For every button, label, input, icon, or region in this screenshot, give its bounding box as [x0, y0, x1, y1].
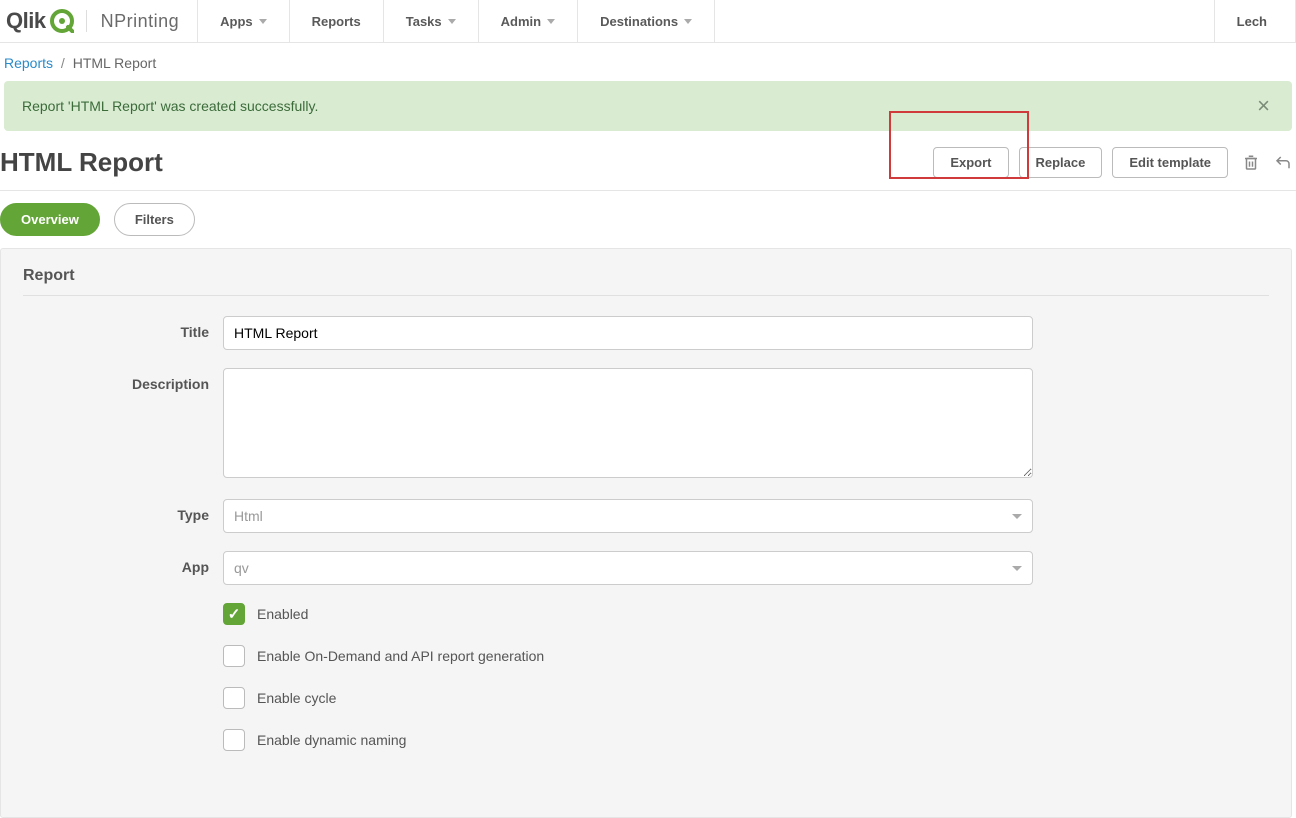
enabled-checkbox[interactable] [223, 603, 245, 625]
delete-icon[interactable] [1242, 154, 1260, 172]
top-nav: Qlik NPrinting Apps Reports Tasks Admin … [0, 0, 1296, 43]
chevron-down-icon [1012, 566, 1022, 571]
ondemand-label: Enable On-Demand and API report generati… [257, 648, 544, 664]
export-button[interactable]: Export [933, 147, 1008, 178]
edit-template-button[interactable]: Edit template [1112, 147, 1228, 178]
app-select-value: qv [234, 560, 249, 576]
type-select-value: Html [234, 508, 263, 524]
brand-nprinting-text: NPrinting [101, 11, 180, 32]
check-enabled-row: Enabled [223, 603, 1033, 625]
report-panel: Report Title Description Type Html App q… [0, 248, 1292, 818]
dynamic-label: Enable dynamic naming [257, 732, 406, 748]
tab-filters[interactable]: Filters [114, 203, 195, 236]
qlik-logo-icon [50, 9, 74, 33]
panel-heading: Report [23, 267, 1269, 285]
chevron-down-icon [448, 19, 456, 24]
close-icon[interactable]: × [1253, 95, 1274, 117]
alert-message: Report 'HTML Report' was created success… [22, 98, 318, 114]
cycle-checkbox[interactable] [223, 687, 245, 709]
label-type: Type [23, 499, 223, 523]
check-ondemand-row: Enable On-Demand and API report generati… [223, 645, 1033, 667]
breadcrumb-parent-link[interactable]: Reports [4, 55, 53, 71]
back-icon[interactable] [1274, 154, 1292, 172]
chevron-down-icon [1012, 514, 1022, 519]
label-app: App [23, 551, 223, 575]
nav-reports[interactable]: Reports [290, 0, 384, 42]
row-type: Type Html [23, 499, 1269, 533]
page-header: HTML Report Export Replace Edit template [0, 141, 1296, 191]
chevron-down-icon [547, 19, 555, 24]
ondemand-checkbox[interactable] [223, 645, 245, 667]
check-cycle-row: Enable cycle [223, 687, 1033, 709]
nav-admin-label: Admin [501, 14, 541, 29]
chevron-down-icon [684, 19, 692, 24]
cycle-label: Enable cycle [257, 690, 336, 706]
row-title: Title [23, 316, 1269, 350]
label-title: Title [23, 316, 223, 340]
chevron-down-icon [259, 19, 267, 24]
divider [23, 295, 1269, 296]
breadcrumb-current: HTML Report [73, 55, 157, 71]
description-textarea[interactable] [223, 368, 1033, 478]
breadcrumb: Reports / HTML Report [0, 43, 1296, 81]
brand-area: Qlik NPrinting [0, 0, 198, 42]
title-input[interactable] [223, 316, 1033, 350]
nav-apps-label: Apps [220, 14, 253, 29]
nav-reports-label: Reports [312, 14, 361, 29]
user-name: Lech [1237, 14, 1267, 29]
brand-separator [86, 10, 87, 32]
nav-destinations[interactable]: Destinations [578, 0, 715, 42]
row-description: Description [23, 368, 1269, 481]
tab-overview[interactable]: Overview [0, 203, 100, 236]
row-checkboxes: Enabled Enable On-Demand and API report … [23, 603, 1269, 771]
user-menu[interactable]: Lech [1214, 0, 1296, 42]
nav-admin[interactable]: Admin [479, 0, 578, 42]
page-title: HTML Report [0, 147, 923, 178]
tabs: Overview Filters [0, 191, 1296, 248]
breadcrumb-separator: / [61, 55, 65, 71]
brand-qlik-text: Qlik [6, 8, 46, 34]
replace-button[interactable]: Replace [1019, 147, 1103, 178]
nav-apps[interactable]: Apps [198, 0, 290, 42]
enabled-label: Enabled [257, 606, 308, 622]
success-alert: Report 'HTML Report' was created success… [4, 81, 1292, 131]
header-actions: Export Replace Edit template [923, 147, 1292, 178]
label-description: Description [23, 368, 223, 392]
app-select[interactable]: qv [223, 551, 1033, 585]
nav-tasks-label: Tasks [406, 14, 442, 29]
check-dynamic-row: Enable dynamic naming [223, 729, 1033, 751]
row-app: App qv [23, 551, 1269, 585]
nav-tasks[interactable]: Tasks [384, 0, 479, 42]
type-select[interactable]: Html [223, 499, 1033, 533]
nav-destinations-label: Destinations [600, 14, 678, 29]
dynamic-checkbox[interactable] [223, 729, 245, 751]
